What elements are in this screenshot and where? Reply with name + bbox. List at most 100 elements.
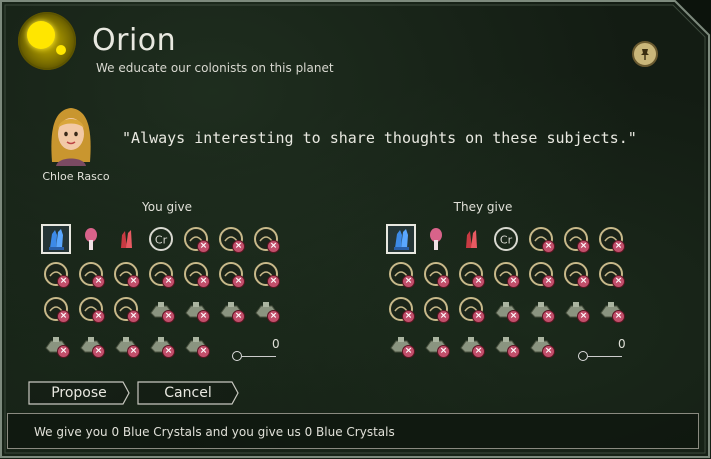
resource-slot[interactable]: ×: [560, 258, 592, 290]
unavailable-x-icon: ×: [162, 275, 175, 288]
cancel-button[interactable]: Cancel: [137, 381, 239, 405]
resource-slot[interactable]: ×: [385, 258, 417, 290]
resource-slot[interactable]: ×: [420, 258, 452, 290]
unavailable-x-icon: ×: [57, 345, 70, 358]
slider-knob[interactable]: [232, 351, 242, 361]
unavailable-x-icon: ×: [472, 310, 485, 323]
unavailable-x-icon: ×: [472, 345, 485, 358]
resource-slot[interactable]: ×: [560, 293, 592, 325]
red-crystal-icon: [113, 226, 139, 252]
unavailable-x-icon: ×: [542, 275, 555, 288]
unavailable-x-icon: ×: [472, 275, 485, 288]
resource-slot[interactable]: ×: [595, 223, 627, 255]
resource-slot[interactable]: ×: [560, 223, 592, 255]
propose-button[interactable]: Propose: [28, 381, 130, 405]
resource-slot[interactable]: ×: [490, 293, 522, 325]
resource-slot[interactable]: ×: [215, 293, 247, 325]
resource-slot[interactable]: ×: [110, 258, 142, 290]
resource-slot[interactable]: [385, 223, 417, 255]
mushroom-icon-graphic: [85, 228, 97, 250]
tank-unit-icon: ×: [493, 296, 520, 323]
artillery-unit-icon: ×: [253, 296, 280, 323]
resource-slot[interactable]: [110, 223, 142, 255]
resource-slot[interactable]: ×: [385, 328, 417, 360]
unavailable-x-icon: ×: [92, 345, 105, 358]
unavailable-x-icon: ×: [437, 310, 450, 323]
resource-slot[interactable]: [420, 223, 452, 255]
resource-slot[interactable]: ×: [180, 258, 212, 290]
resource-slot[interactable]: [75, 223, 107, 255]
unavailable-x-icon: ×: [197, 275, 210, 288]
slider-knob[interactable]: [578, 351, 588, 361]
resource-slot[interactable]: ×: [490, 328, 522, 360]
tech-cap-icon: ×: [78, 296, 105, 323]
resource-slot[interactable]: ×: [75, 328, 107, 360]
resource-slot[interactable]: ×: [250, 293, 282, 325]
resource-slot[interactable]: ×: [180, 223, 212, 255]
resource-slot[interactable]: ×: [110, 328, 142, 360]
saucer-unit-icon: ×: [183, 331, 210, 358]
give-amount-slider[interactable]: [232, 349, 280, 363]
tech-triangle-icon: ×: [458, 261, 485, 288]
resource-slot[interactable]: [40, 223, 72, 255]
pin-button[interactable]: [632, 41, 658, 67]
resource-slot[interactable]: ×: [595, 293, 627, 325]
resource-slot[interactable]: ×: [180, 328, 212, 360]
diplomat-quote: "Always interesting to share thoughts on…: [122, 129, 637, 147]
resource-slot[interactable]: ×: [420, 328, 452, 360]
resource-slot[interactable]: ×: [110, 293, 142, 325]
resource-slot[interactable]: ×: [75, 293, 107, 325]
resource-slot[interactable]: ×: [40, 258, 72, 290]
resource-slot[interactable]: Cr: [145, 223, 177, 255]
resource-slot[interactable]: Cr: [490, 223, 522, 255]
resource-slot[interactable]: ×: [525, 223, 557, 255]
unavailable-x-icon: ×: [577, 240, 590, 253]
tech-half-disk-icon: ×: [253, 261, 280, 288]
resource-slot[interactable]: ×: [180, 293, 212, 325]
resource-slot[interactable]: ×: [455, 258, 487, 290]
resource-slot[interactable]: ×: [250, 223, 282, 255]
svg-text:Cr: Cr: [500, 234, 513, 247]
resource-slot[interactable]: ×: [145, 328, 177, 360]
scout-unit-icon: ×: [493, 331, 520, 358]
blue-crystal-icon-graphic: [49, 229, 64, 250]
unavailable-x-icon: ×: [197, 240, 210, 253]
water-drop-icon: ×: [183, 226, 210, 253]
resource-slot[interactable]: ×: [250, 258, 282, 290]
resource-slot[interactable]: ×: [525, 293, 557, 325]
unavailable-x-icon: ×: [612, 240, 625, 253]
walker-unit-icon: ×: [218, 296, 245, 323]
unavailable-x-icon: ×: [437, 275, 450, 288]
resource-slot[interactable]: [455, 223, 487, 255]
resource-slot[interactable]: ×: [215, 223, 247, 255]
resource-slot[interactable]: ×: [455, 293, 487, 325]
tech-lens-icon: ×: [218, 226, 245, 253]
resource-slot[interactable]: ×: [525, 328, 557, 360]
tech-sensor-icon: ×: [423, 261, 450, 288]
you-give-grid: Cr × × × × × × × × × × × × × × × × × × × × × ×: [40, 223, 282, 362]
resource-slot[interactable]: ×: [420, 293, 452, 325]
tech-visor-icon: ×: [113, 296, 140, 323]
resource-slot[interactable]: ×: [75, 258, 107, 290]
blue-crystal-icon: [388, 226, 414, 252]
blue-crystal-icon: [43, 226, 69, 252]
receive-amount-slider[interactable]: [578, 349, 626, 363]
resource-slot[interactable]: ×: [145, 293, 177, 325]
resource-slot[interactable]: ×: [385, 293, 417, 325]
unavailable-x-icon: ×: [232, 310, 245, 323]
resource-slot[interactable]: ×: [145, 258, 177, 290]
tech-dome-icon: ×: [253, 226, 280, 253]
unavailable-x-icon: ×: [127, 345, 140, 358]
resource-slot[interactable]: ×: [455, 328, 487, 360]
red-crystal-icon-graphic: [466, 230, 477, 248]
unavailable-x-icon: ×: [92, 310, 105, 323]
resource-slot[interactable]: ×: [595, 258, 627, 290]
resource-slot[interactable]: ×: [215, 258, 247, 290]
credits-icon: Cr: [493, 226, 519, 252]
resource-slot[interactable]: ×: [40, 328, 72, 360]
resource-slot[interactable]: ×: [525, 258, 557, 290]
resource-slot[interactable]: ×: [40, 293, 72, 325]
resource-slot[interactable]: ×: [490, 258, 522, 290]
credits-icon-graphic: Cr: [494, 227, 518, 251]
unavailable-x-icon: ×: [402, 275, 415, 288]
